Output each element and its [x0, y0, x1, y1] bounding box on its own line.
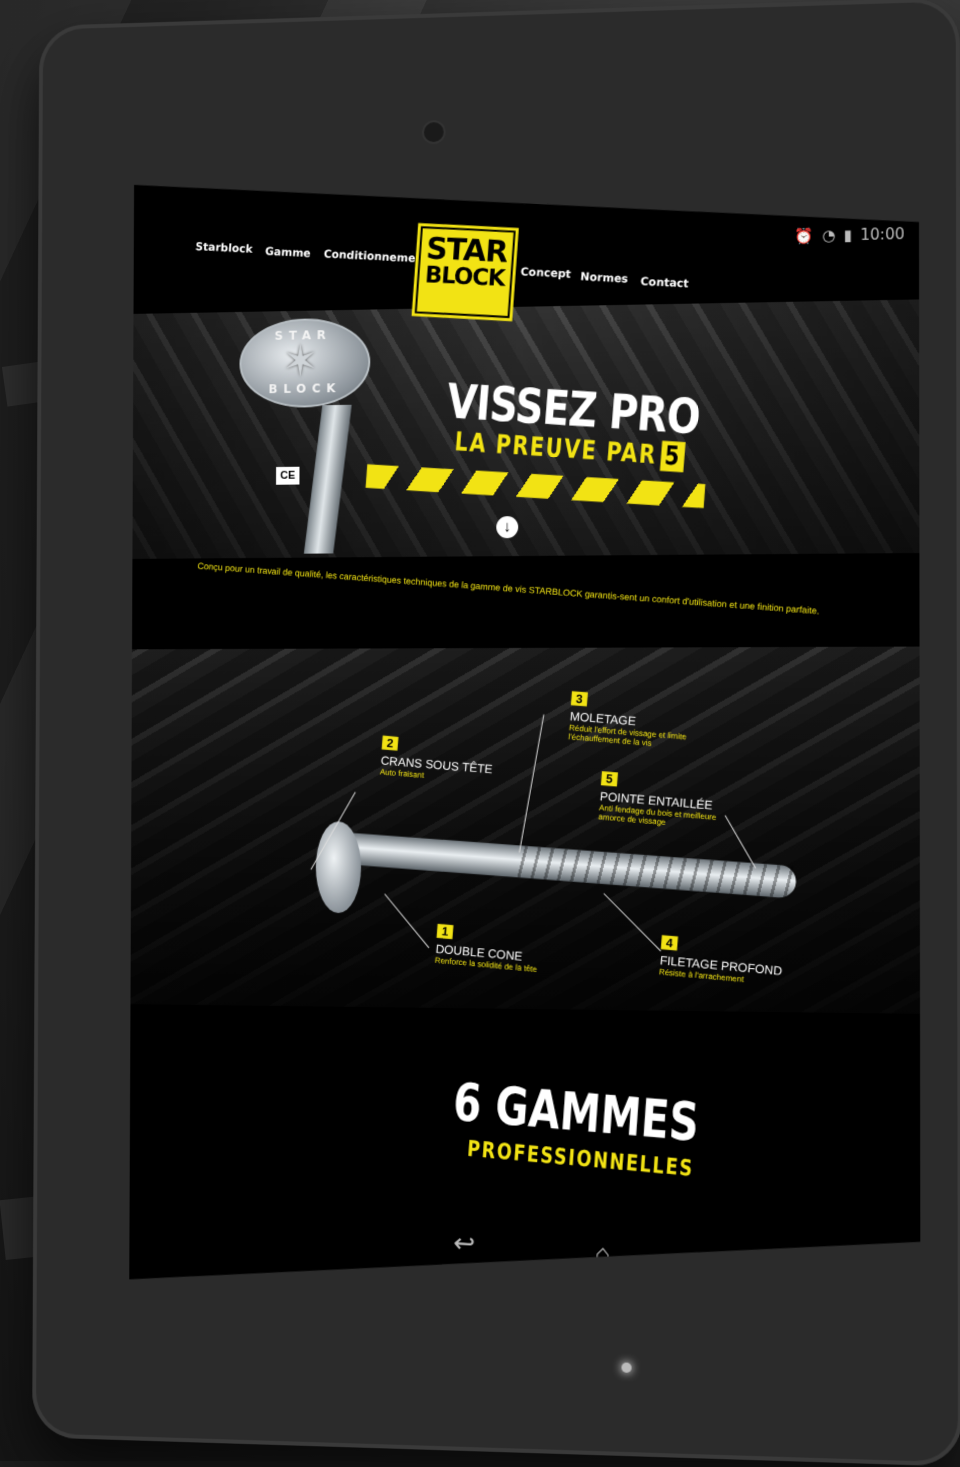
- back-icon[interactable]: ↩: [453, 1227, 476, 1260]
- screen: ⏰ ◔ ▮ 10:00 Starblock Gamme Conditionnem…: [129, 166, 920, 1299]
- feature-2-number: 2: [382, 736, 399, 751]
- top-navigation: Starblock Gamme Conditionnement Concept …: [134, 206, 920, 312]
- feature-1-number: 1: [437, 924, 454, 939]
- ce-mark: CE: [276, 467, 299, 485]
- feature-1: 1 DOUBLE CONE Renforce la solidité de la…: [434, 922, 540, 974]
- tablet-device: ⏰ ◔ ▮ 10:00 Starblock Gamme Conditionnem…: [32, 0, 960, 1467]
- hero-subtitle-number: 5: [660, 441, 685, 473]
- feature-2: 2 CRANS SOUS TÊTE Auto fraisant: [379, 734, 494, 786]
- feature-4-number: 4: [661, 935, 678, 951]
- feature-5: 5 POINTE ENTAILLÉE Anti fendage du bois …: [598, 769, 733, 832]
- logo-line-2: BLOCK: [424, 262, 506, 292]
- camera-icon: [423, 122, 444, 143]
- nav-normes[interactable]: Normes: [580, 270, 629, 285]
- notification-led: [621, 1362, 632, 1373]
- nav-contact[interactable]: Contact: [640, 275, 689, 290]
- screw-head-text-bottom: BLOCK: [268, 381, 342, 397]
- intro-text: Conçu pour un travail de qualité, les ca…: [197, 560, 820, 617]
- scroll-down-icon[interactable]: ↓: [496, 516, 518, 538]
- nav-conditionnement[interactable]: Conditionnement: [323, 248, 428, 266]
- screw-diagram-head: [316, 821, 361, 913]
- recents-icon[interactable]: ❐: [731, 1248, 756, 1281]
- nav-concept[interactable]: Concept: [520, 265, 571, 280]
- home-icon[interactable]: ⌂: [594, 1238, 611, 1271]
- starblock-logo[interactable]: STAR BLOCK: [415, 226, 516, 318]
- nav-gamme[interactable]: Gamme: [265, 245, 311, 260]
- feature-5-number: 5: [601, 771, 618, 786]
- nav-starblock[interactable]: Starblock: [195, 240, 253, 256]
- system-navigation-bar: ↩ ⌂ ❐: [453, 1227, 757, 1281]
- feature-3: 3 MOLETAGE Réduit l'effort de vissage et…: [568, 689, 693, 751]
- star-icon: ✶: [282, 337, 319, 387]
- feature-3-number: 3: [571, 691, 588, 706]
